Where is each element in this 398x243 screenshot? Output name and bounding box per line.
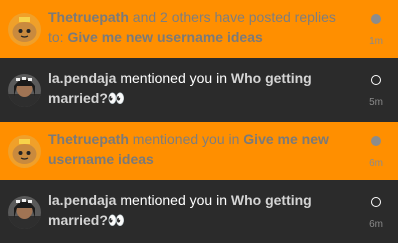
actor-name[interactable]: la.pendaja — [48, 192, 116, 208]
notification-message: mentioned you in — [116, 192, 231, 208]
timestamp: 1m — [369, 36, 383, 47]
topic-link[interactable]: Give me new username ideas — [67, 29, 262, 45]
actor-name[interactable]: Thetruepath — [48, 131, 129, 147]
notification-item[interactable]: la.pendaja mentioned you in Who getting … — [0, 61, 398, 119]
notification-list: Thetruepath and 2 others have posted rep… — [0, 0, 398, 243]
actor-name[interactable]: la.pendaja — [48, 70, 116, 86]
unread-indicator-dot[interactable] — [371, 14, 381, 24]
person-avatar[interactable] — [8, 196, 41, 229]
timestamp: 5m — [369, 97, 383, 108]
notification-text: la.pendaja mentioned you in Who getting … — [48, 190, 348, 230]
notification-text: Thetruepath mentioned you in Give me new… — [48, 129, 348, 169]
notification-item[interactable]: Thetruepath mentioned you in Give me new… — [0, 122, 398, 180]
notification-item[interactable]: Thetruepath and 2 others have posted rep… — [0, 0, 398, 58]
potato-avatar[interactable] — [8, 13, 41, 46]
read-indicator-circle[interactable] — [371, 75, 381, 85]
unread-indicator-dot[interactable] — [371, 136, 381, 146]
actor-name[interactable]: Thetruepath — [48, 9, 129, 25]
person-avatar[interactable] — [8, 74, 41, 107]
timestamp: 6m — [369, 158, 383, 169]
notification-item[interactable]: la.pendaja mentioned you in Who getting … — [0, 183, 398, 241]
read-indicator-circle[interactable] — [371, 197, 381, 207]
potato-avatar[interactable] — [8, 135, 41, 168]
notification-text: Thetruepath and 2 others have posted rep… — [48, 7, 348, 47]
timestamp: 6m — [369, 219, 383, 230]
eyes-emoji: 👀 — [107, 212, 125, 228]
notification-message: mentioned you in — [116, 70, 231, 86]
eyes-emoji: 👀 — [107, 90, 125, 106]
notification-text: la.pendaja mentioned you in Who getting … — [48, 68, 348, 108]
notification-message: mentioned you in — [128, 131, 244, 147]
